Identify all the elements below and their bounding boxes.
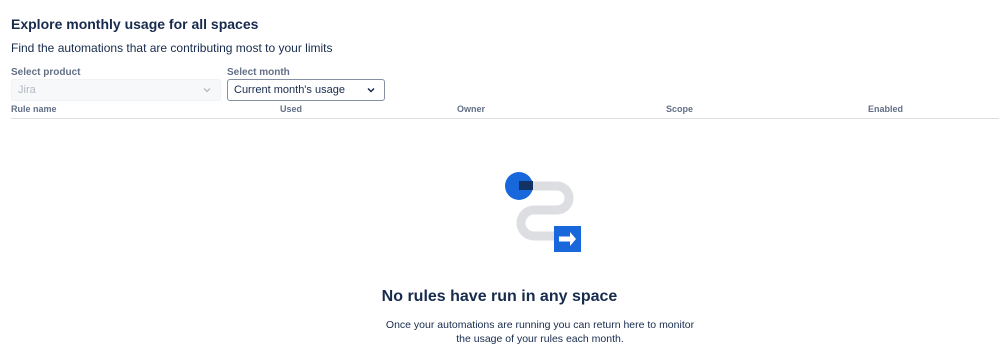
month-select[interactable]: Current month's usage (227, 79, 385, 101)
page-subtitle: Find the automations that are contributi… (11, 41, 333, 55)
column-header-enabled[interactable]: Enabled (868, 104, 903, 114)
product-select[interactable]: Jira (11, 79, 221, 101)
empty-state-title: No rules have run in any space (381, 288, 618, 305)
rules-table-header: Rule name Used Owner Scope Enabled (11, 104, 999, 119)
chevron-down-icon (367, 87, 375, 93)
empty-state-description: Once your automations are running you ca… (385, 319, 695, 345)
column-header-used[interactable]: Used (280, 104, 302, 114)
product-select-value: Jira (18, 84, 36, 96)
monthly-usage-page: Explore monthly usage for all spaces Fin… (0, 0, 999, 352)
page-title: Explore monthly usage for all spaces (11, 16, 259, 32)
column-header-rule-name[interactable]: Rule name (11, 104, 57, 114)
rule-path-illustration (505, 172, 581, 252)
chevron-down-icon (203, 88, 211, 93)
month-select-label: Select month (227, 67, 290, 78)
column-header-owner[interactable]: Owner (457, 104, 485, 114)
month-select-value: Current month's usage (234, 84, 345, 96)
start-connector (519, 181, 533, 190)
product-select-label: Select product (11, 67, 81, 78)
column-header-scope[interactable]: Scope (666, 104, 693, 114)
